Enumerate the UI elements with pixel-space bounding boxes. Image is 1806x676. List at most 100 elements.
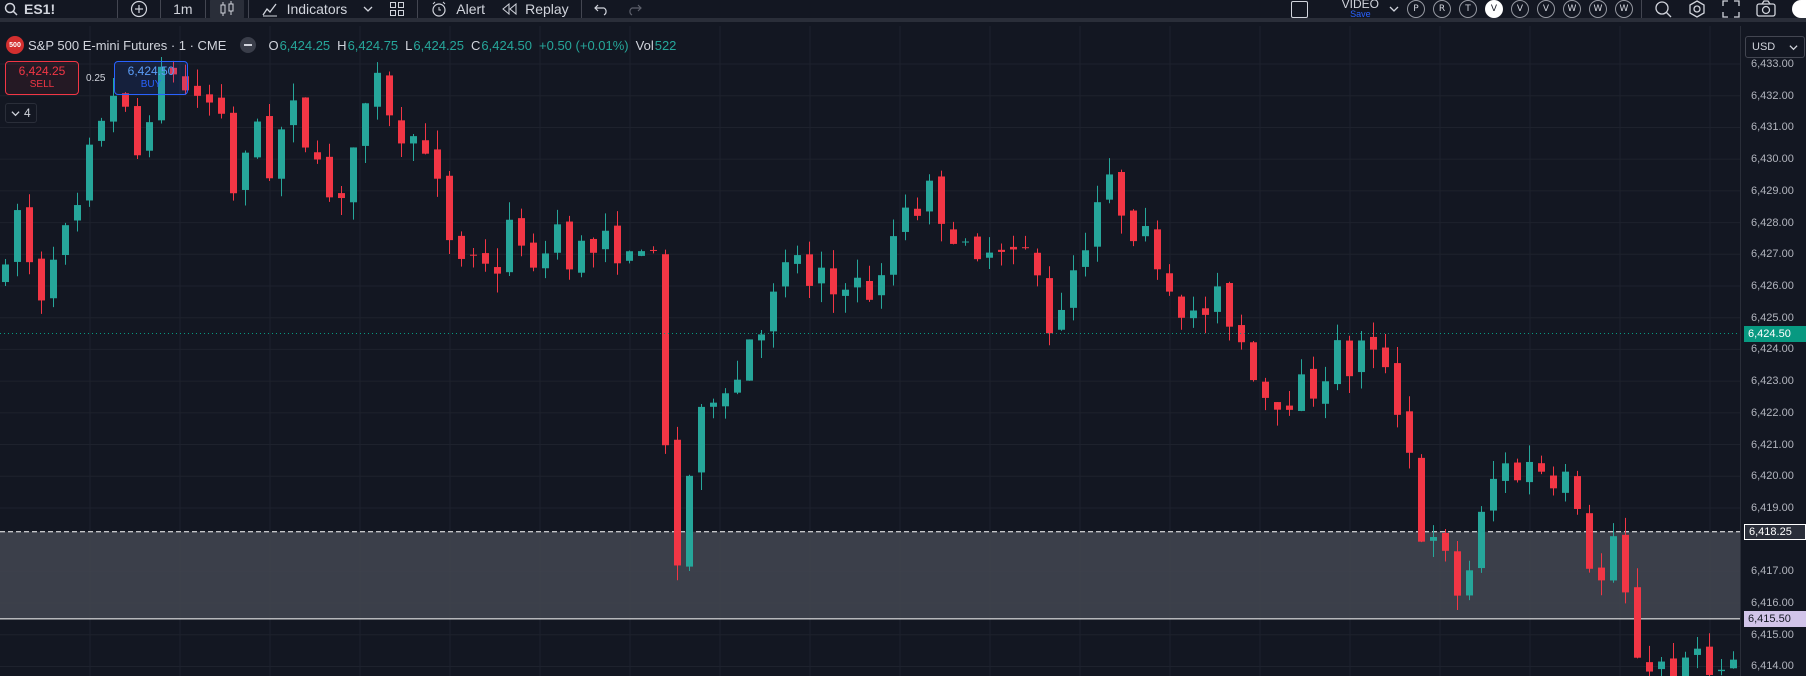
grid-icon	[390, 2, 405, 16]
sell-price: 6,424.25	[18, 64, 66, 78]
video-save-button[interactable]: VIDEO Save	[1342, 0, 1379, 19]
price-tick-label: 6,431.00	[1751, 121, 1794, 134]
undo-button[interactable]	[586, 0, 618, 20]
indicators-button[interactable]: Indicators	[253, 0, 356, 20]
candle-body	[938, 176, 945, 224]
candle-body	[1658, 661, 1665, 670]
redo-button[interactable]	[618, 0, 650, 20]
candle-body	[1478, 511, 1485, 569]
alert-button[interactable]: Alert	[422, 0, 493, 20]
layout-button-v[interactable]: V	[1511, 0, 1529, 18]
layout-button-w[interactable]: W	[1589, 0, 1607, 18]
indicators-dropdown-button[interactable]	[355, 0, 381, 20]
candle-body	[314, 152, 321, 160]
candle-body	[998, 249, 1005, 252]
compare-button[interactable]	[122, 0, 156, 20]
layout-button-t[interactable]: T	[1459, 0, 1477, 18]
price-tick-label: 6,432.00	[1751, 89, 1794, 102]
candle-body	[122, 93, 129, 107]
price-tick-label: 6,427.00	[1751, 248, 1794, 261]
candle-body	[806, 254, 813, 286]
candle-body	[926, 180, 933, 212]
interval-button[interactable]: 1m	[165, 0, 200, 20]
minus-icon	[244, 44, 253, 46]
layout-button-v[interactable]: V	[1485, 0, 1503, 18]
candle-body	[1310, 368, 1317, 399]
candle-body	[1202, 308, 1209, 315]
symbol-logo: 500	[6, 36, 24, 54]
search-icon	[4, 2, 18, 16]
currency-label: USD	[1752, 41, 1776, 53]
close-value: 6,424.50	[481, 37, 533, 53]
candle-body	[1634, 587, 1641, 658]
sell-button[interactable]: 6,424.25 SELL	[5, 61, 79, 95]
toolbar-divider	[417, 0, 419, 18]
candle-body	[722, 393, 729, 407]
price-tick-label: 6,426.00	[1751, 280, 1794, 292]
high-label: H	[337, 37, 347, 53]
candle-body	[854, 277, 861, 288]
interval-label: 1m	[173, 1, 193, 17]
candle-body	[422, 140, 429, 154]
candle-body	[866, 280, 873, 300]
layout-checkbox[interactable]	[1283, 0, 1316, 20]
price-chart[interactable]	[0, 26, 1740, 676]
chart-pane[interactable]	[0, 26, 1806, 676]
layout-button-w[interactable]: W	[1615, 0, 1633, 18]
candle-body	[554, 224, 561, 253]
chart-type-button[interactable]	[209, 0, 244, 20]
layout-button-p[interactable]: P	[1407, 0, 1425, 18]
settings-button[interactable]	[1680, 0, 1714, 20]
candle-body	[650, 249, 657, 251]
candle-body	[1382, 347, 1389, 368]
layout-button-w[interactable]: W	[1563, 0, 1581, 18]
candle-body	[962, 241, 969, 243]
candle-body	[350, 147, 357, 203]
buy-button[interactable]: 6,424.50 BUY	[114, 61, 188, 95]
currency-selector[interactable]: USD	[1745, 36, 1805, 58]
candle-body	[1238, 325, 1245, 343]
indicators-collapse-button[interactable]: 4	[5, 103, 37, 123]
legend-symbol-title[interactable]: S&P 500 E-mini Futures · 1 · CME	[28, 38, 226, 53]
video-label: VIDEO	[1341, 0, 1379, 11]
price-axis[interactable]: 6,433.00 6,432.00 6,431.00 6,430.00 6,429.00…	[1740, 26, 1806, 676]
price-tick-label: 6,424.00	[1751, 343, 1794, 356]
buy-label: BUY	[140, 79, 162, 90]
symbol-search-button[interactable]: ES1!	[0, 0, 63, 20]
candle-body	[1442, 532, 1449, 551]
candle-body	[434, 149, 441, 179]
chevron-down-icon	[363, 6, 373, 12]
price-tick-label: 6,425.00	[1751, 311, 1794, 324]
quick-search-button[interactable]	[1646, 0, 1680, 20]
candle-body	[1022, 247, 1029, 249]
candle-body	[1130, 210, 1137, 242]
sell-label: SELL	[29, 79, 55, 90]
candle-body	[1550, 475, 1557, 489]
candle-body	[1346, 340, 1353, 377]
candle-body	[74, 205, 81, 221]
candle-body	[1574, 476, 1581, 509]
candle-body	[662, 254, 669, 446]
candle-body	[278, 129, 285, 179]
layout-button-v[interactable]: V	[1537, 0, 1555, 18]
candle-body	[1034, 252, 1041, 276]
user-menu-button[interactable]	[1784, 0, 1806, 20]
candle-body	[1514, 462, 1521, 481]
candle-body	[626, 251, 633, 261]
open-value: 6,424.25	[279, 37, 331, 53]
price-tick-label: 6,430.00	[1751, 153, 1794, 166]
candle-body	[602, 230, 609, 250]
replay-button[interactable]: Replay	[493, 0, 577, 20]
fullscreen-button[interactable]	[1714, 0, 1748, 20]
layout-button-r[interactable]: R	[1433, 0, 1451, 18]
chart-legend: 500 S&P 500 E-mini Futures · 1 · CME O 6,…	[6, 35, 683, 55]
candle-body	[1610, 536, 1617, 581]
alarm-clock-icon	[432, 1, 446, 17]
candle-body	[1670, 658, 1677, 676]
hide-legend-button[interactable]	[240, 37, 257, 53]
candle-body	[506, 219, 513, 273]
snapshot-button[interactable]	[1748, 0, 1784, 20]
high-value: 6,424.75	[347, 37, 399, 53]
templates-button[interactable]	[381, 0, 413, 20]
video-dropdown-button[interactable]	[1385, 0, 1403, 20]
